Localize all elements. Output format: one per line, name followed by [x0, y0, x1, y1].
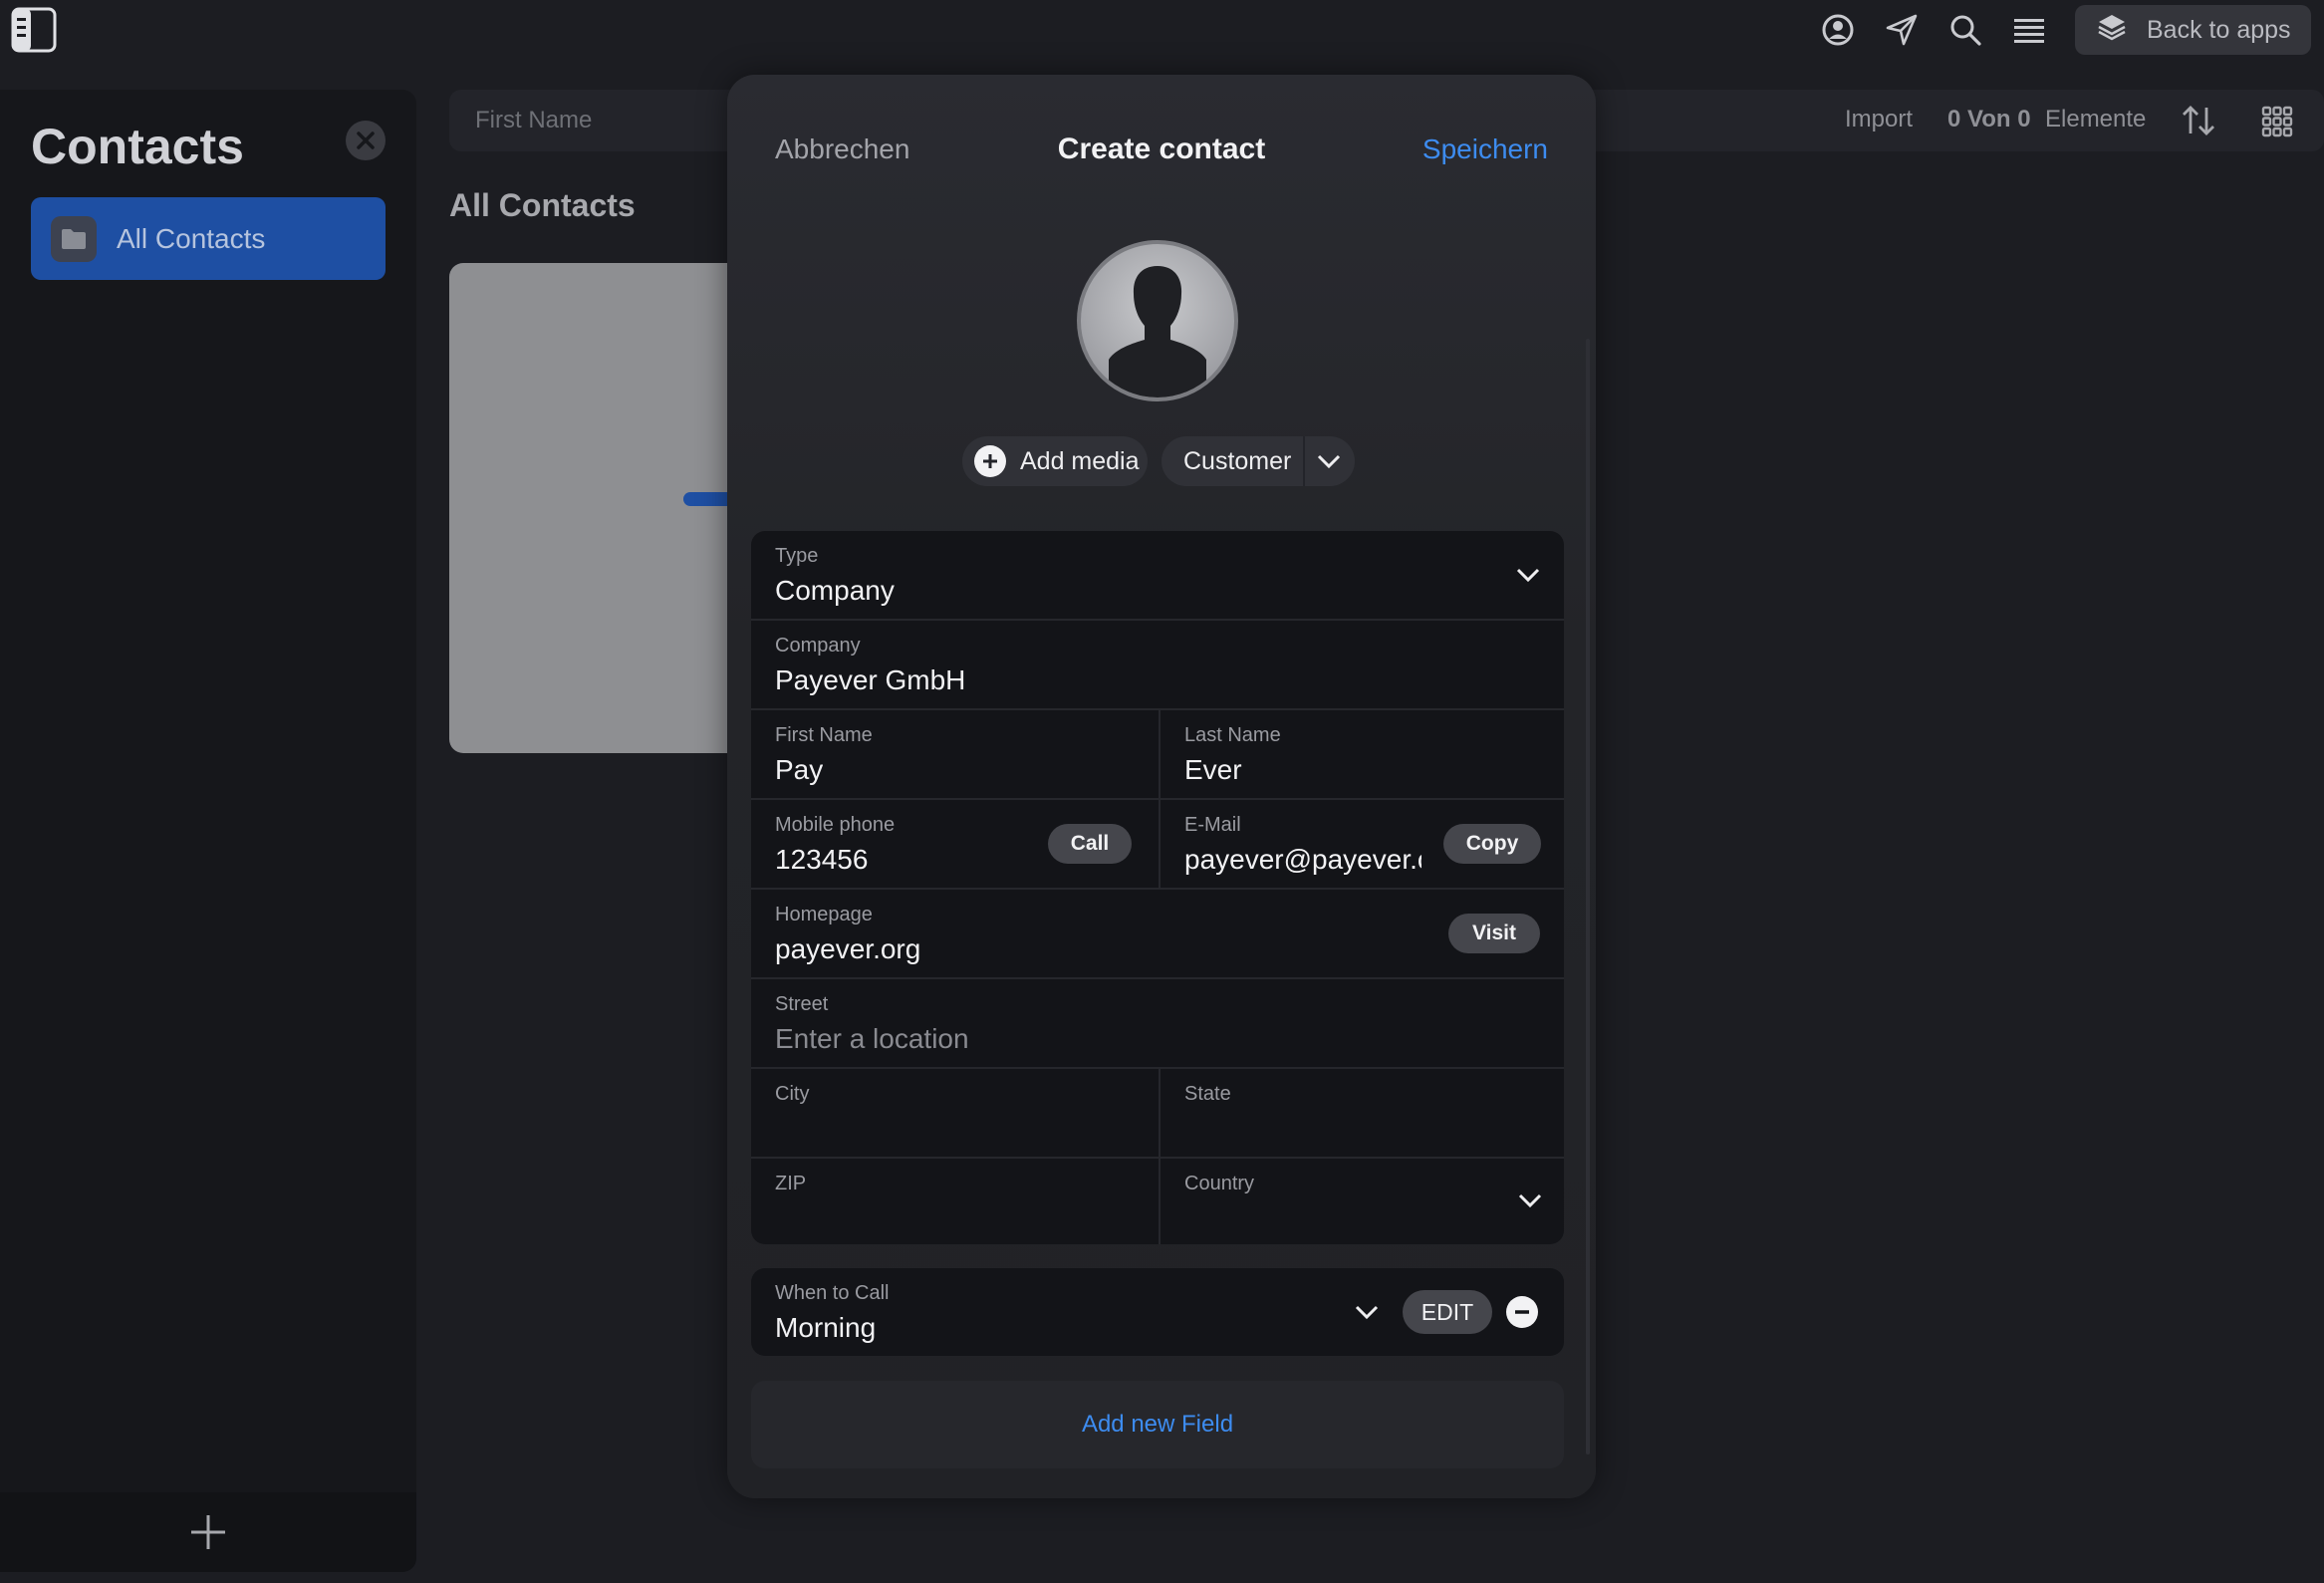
mobile-phone-value: 123456 [775, 844, 869, 875]
sidebar-title: Contacts [31, 119, 244, 174]
add-media-label: Add media [1020, 446, 1140, 475]
send-icon[interactable] [1882, 10, 1922, 50]
grid-view-icon[interactable] [2261, 106, 2293, 142]
contact-form: Type Company Company Payever GmbH First … [751, 531, 1564, 1244]
city-state-row: City State [751, 1069, 1564, 1159]
homepage-label: Homepage [775, 904, 873, 925]
chevron-down-icon[interactable] [1313, 445, 1345, 484]
sidebar-item-label: All Contacts [117, 222, 266, 254]
country-label: Country [1184, 1173, 1255, 1194]
street-field[interactable]: Street Enter a location [751, 979, 1564, 1069]
add-folder-button[interactable] [0, 1492, 416, 1572]
name-row: First Name Pay Last Name Ever [751, 710, 1564, 800]
sidebar-item-all-contacts[interactable]: All Contacts [31, 197, 386, 280]
add-media-button[interactable]: Add media [962, 436, 1148, 486]
save-button[interactable]: Speichern [1422, 133, 1548, 165]
last-name-label: Last Name [1184, 724, 1281, 746]
folder-icon [51, 215, 97, 262]
email-label: E-Mail [1184, 814, 1241, 836]
remove-field-icon[interactable] [1506, 1296, 1538, 1328]
copy-button[interactable]: Copy [1443, 824, 1541, 864]
user-profile-icon[interactable] [1818, 10, 1858, 50]
sort-icon[interactable] [2181, 104, 2216, 142]
modal-scrollbar[interactable] [1586, 339, 1590, 1454]
top-bar: Back to apps [0, 0, 2324, 60]
zip-field[interactable]: ZIP [751, 1159, 1159, 1244]
contact-card-placeholder [449, 263, 748, 753]
section-title: All Contacts [449, 187, 636, 223]
plus-icon [191, 1515, 225, 1549]
type-label: Type [775, 545, 819, 567]
first-name-field[interactable]: First Name Pay [751, 710, 1159, 798]
first-name-value: Pay [775, 754, 824, 785]
layers-icon [2097, 12, 2127, 49]
call-button[interactable]: Call [1048, 824, 1132, 864]
email-field[interactable]: E-Mail payever@payever.org Copy [1159, 800, 1564, 888]
sidebar: Contacts All Contacts [0, 90, 416, 1572]
chevron-down-icon[interactable] [1512, 559, 1544, 596]
close-icon [357, 132, 375, 149]
state-label: State [1184, 1083, 1231, 1105]
back-to-apps-label: Back to apps [2147, 15, 2291, 44]
homepage-value: payever.org [775, 933, 921, 964]
person-silhouette-icon [1109, 266, 1206, 397]
chevron-down-icon[interactable] [1351, 1296, 1383, 1333]
type-value: Company [775, 575, 895, 606]
elements-label: Elemente [2045, 106, 2147, 132]
last-name-field[interactable]: Last Name Ever [1159, 710, 1564, 798]
add-new-field-button[interactable]: Add new Field [751, 1381, 1564, 1468]
contact-row: Mobile phone 123456 Call E-Mail payever@… [751, 800, 1564, 890]
state-field[interactable]: State [1159, 1069, 1564, 1157]
edit-field-button[interactable]: EDIT [1403, 1290, 1492, 1334]
zip-country-row: ZIP Country [751, 1159, 1564, 1244]
mobile-phone-field[interactable]: Mobile phone 123456 Call [751, 800, 1159, 888]
plus-circle-icon [974, 445, 1006, 477]
company-value: Payever GmbH [775, 664, 966, 695]
avatar[interactable] [1077, 240, 1238, 401]
city-label: City [775, 1083, 810, 1105]
role-select[interactable]: Customer [1162, 436, 1355, 486]
company-label: Company [775, 635, 861, 657]
close-sidebar-button[interactable] [346, 121, 386, 160]
mobile-phone-label: Mobile phone [775, 814, 896, 836]
visit-button[interactable]: Visit [1448, 914, 1540, 953]
company-field[interactable]: Company Payever GmbH [751, 621, 1564, 710]
create-contact-modal: Abbrechen Create contact Speichern Add m… [727, 75, 1596, 1498]
type-field[interactable]: Type Company [751, 531, 1564, 621]
item-count: 0 Von 0 [1947, 106, 2031, 132]
city-field[interactable]: City [751, 1069, 1159, 1157]
when-to-call-field[interactable]: When to Call Morning EDIT [751, 1268, 1564, 1356]
chevron-down-icon[interactable] [1514, 1185, 1546, 1221]
sidebar-toggle-icon[interactable] [10, 6, 58, 54]
back-to-apps-button[interactable]: Back to apps [2075, 5, 2311, 55]
menu-icon[interactable] [2009, 10, 2049, 50]
email-value: payever@payever.org [1184, 844, 1421, 875]
role-value: Customer [1183, 446, 1292, 475]
homepage-field[interactable]: Homepage payever.org Visit [751, 890, 1564, 979]
country-field[interactable]: Country [1159, 1159, 1564, 1244]
search-placeholder: First Name [475, 107, 593, 133]
first-name-label: First Name [775, 724, 873, 746]
zip-label: ZIP [775, 1173, 807, 1194]
when-to-call-value: Morning [775, 1312, 877, 1343]
street-placeholder: Enter a location [775, 1023, 969, 1054]
last-name-value: Ever [1184, 754, 1242, 785]
when-to-call-label: When to Call [775, 1282, 890, 1304]
street-label: Street [775, 993, 829, 1015]
import-button[interactable]: Import [1845, 106, 1913, 133]
role-divider [1303, 436, 1305, 486]
search-icon[interactable] [1945, 10, 1985, 50]
